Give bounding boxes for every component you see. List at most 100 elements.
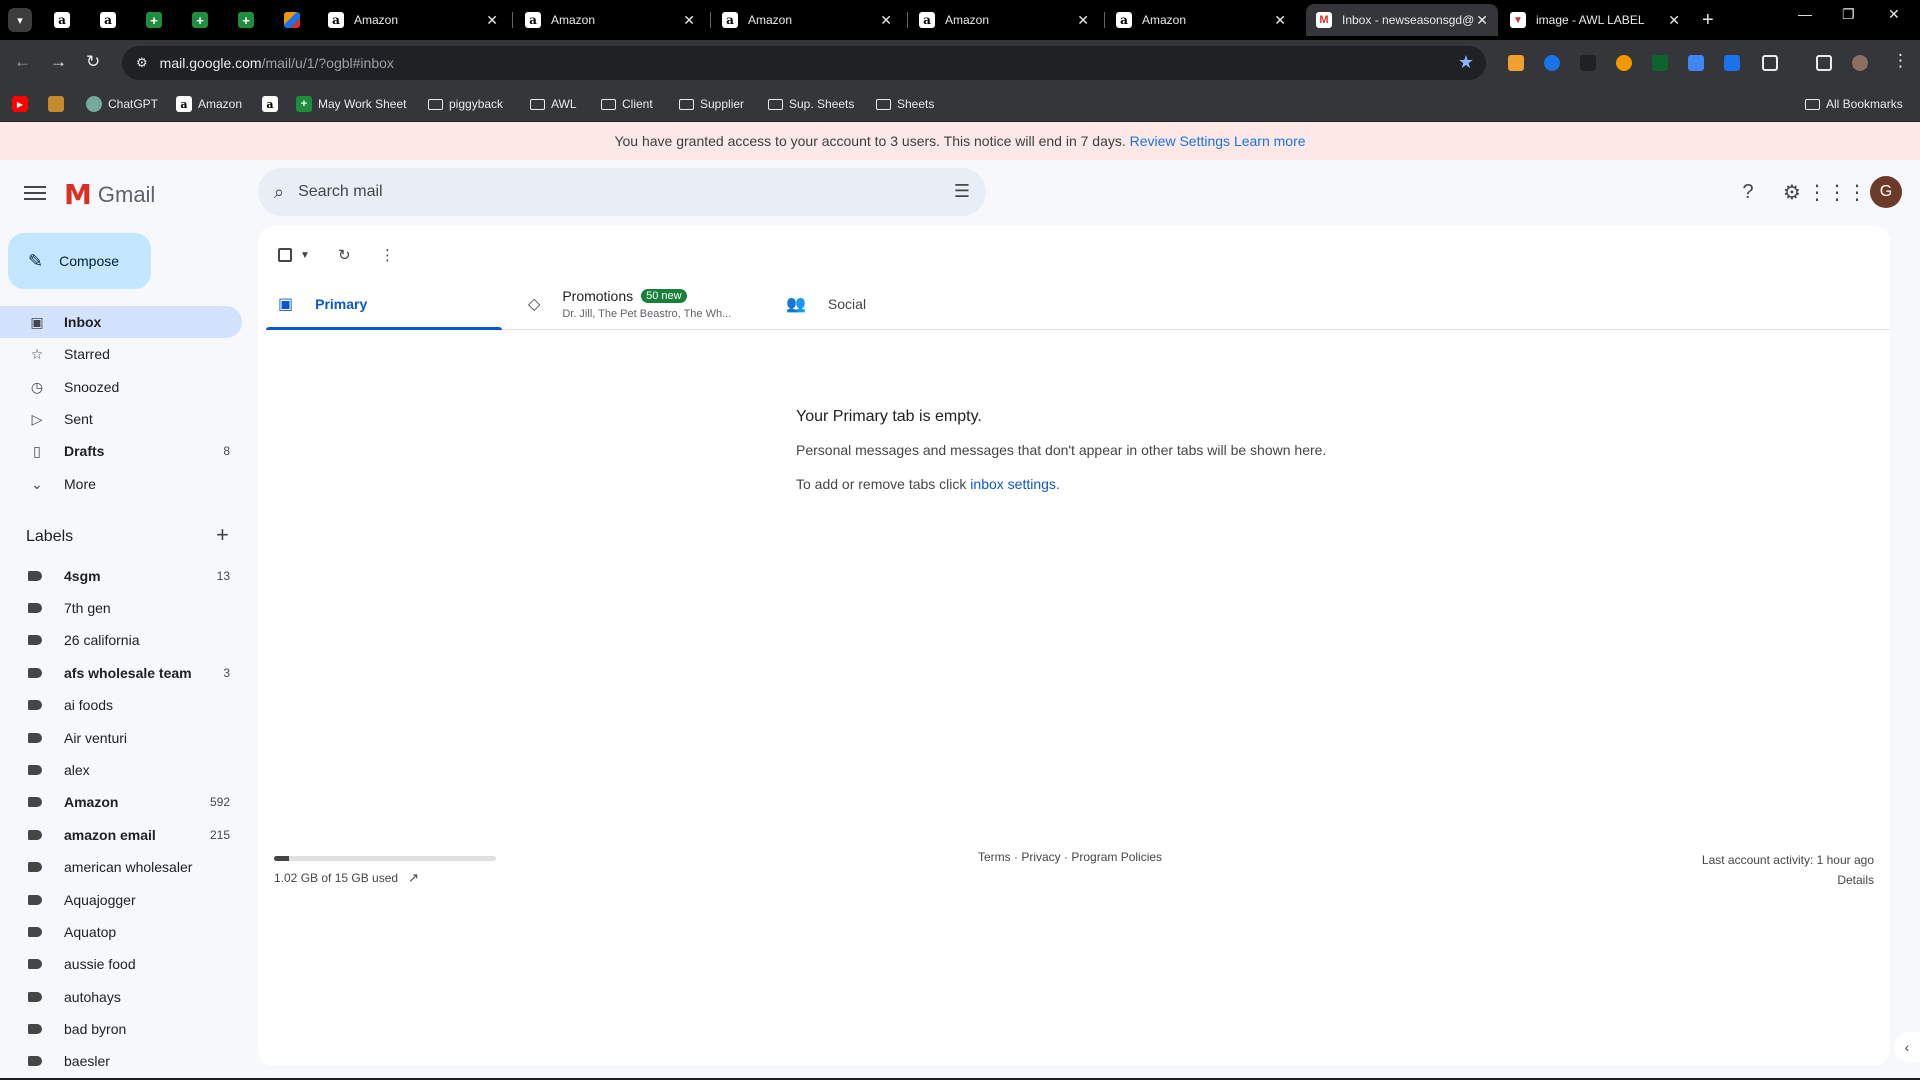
site-info-icon[interactable]: ⚙ (136, 55, 148, 71)
pinned-tab[interactable] (272, 6, 312, 34)
label-item[interactable]: 4sgm 13 (0, 560, 242, 592)
bookmark-folder-client[interactable]: Client (601, 94, 653, 114)
close-icon[interactable]: ✕ (683, 12, 695, 29)
label-item[interactable]: baesler (0, 1045, 242, 1077)
label-item[interactable]: amazon email 215 (0, 819, 242, 851)
nav-item-drafts[interactable]: ▯ Drafts 8 (0, 435, 242, 467)
bookmark-may-work-sheet[interactable]: + May Work Sheet (296, 94, 406, 114)
label-item[interactable]: Air venturi (0, 722, 242, 754)
compose-button[interactable]: ✎ Compose (8, 233, 151, 289)
label-item[interactable]: 26 california (0, 624, 242, 656)
label-item[interactable]: Amazon 592 (0, 786, 242, 818)
google-apps-icon[interactable]: ⋮⋮⋮ (1807, 180, 1867, 204)
browser-tab[interactable]: a Amazon ✕ (1106, 4, 1296, 36)
nav-item-sent[interactable]: ▷ Sent (0, 403, 242, 435)
help-icon[interactable]: ? (1736, 180, 1760, 204)
browser-tab[interactable]: a Amazon ✕ (712, 4, 902, 36)
search-options-icon[interactable]: ☰ (954, 181, 970, 202)
browser-tab[interactable]: a Amazon ✕ (515, 4, 705, 36)
close-icon[interactable]: ✕ (1274, 12, 1286, 29)
close-icon[interactable]: ✕ (880, 12, 892, 29)
account-avatar[interactable]: G (1870, 176, 1902, 208)
label-item[interactable]: bad byron (0, 1013, 242, 1045)
label-item[interactable]: Aquajogger (0, 884, 242, 916)
new-tab-button[interactable]: + (1702, 8, 1714, 32)
bookmark-folder-piggyback[interactable]: piggyback (428, 94, 503, 114)
label-item[interactable]: autohays (0, 981, 242, 1013)
extension-icon[interactable] (1580, 55, 1596, 71)
external-link-icon[interactable]: ↗ (408, 870, 419, 886)
label-item[interactable]: american wholesaler (0, 851, 242, 883)
bookmark-chatgpt[interactable]: ChatGPT (86, 94, 158, 114)
bookmark-folder-awl[interactable]: AWL (530, 94, 577, 114)
select-dropdown-icon[interactable]: ▼ (300, 250, 310, 261)
program-policies-link[interactable]: Program Policies (1071, 850, 1162, 864)
tab-search-button[interactable]: ▾ (8, 8, 32, 32)
extension-icon[interactable] (1688, 55, 1704, 71)
close-icon[interactable]: ✕ (486, 12, 498, 29)
refresh-icon[interactable]: ↻ (338, 246, 351, 264)
browser-tab-active[interactable]: M Inbox - newseasonsgd@ ✕ (1306, 4, 1498, 36)
privacy-link[interactable]: Privacy (1021, 850, 1060, 864)
minimize-icon[interactable]: — (1798, 6, 1812, 22)
pinned-tab[interactable]: + (226, 6, 266, 34)
details-link[interactable]: Details (1837, 873, 1874, 887)
gmail-logo[interactable]: M Gmail (64, 178, 155, 211)
main-menu-icon[interactable] (24, 182, 46, 204)
extension-icon[interactable] (1616, 55, 1632, 71)
close-icon[interactable]: ✕ (1077, 12, 1089, 29)
tab-promotions[interactable]: ◇ Promotions 50 new Dr. Jill, The Pet Be… (528, 278, 764, 330)
side-panel-icon[interactable] (1816, 55, 1832, 71)
extension-icon[interactable] (1652, 55, 1668, 71)
address-bar[interactable]: ⚙ mail.google.com/mail/u/1/?ogbl#inbox ★ (122, 46, 1486, 80)
label-item[interactable]: 7th gen (0, 592, 242, 624)
pinned-tab[interactable]: + (180, 6, 220, 34)
terms-link[interactable]: Terms (978, 850, 1011, 864)
pinned-tab[interactable]: a (88, 6, 128, 34)
reload-icon[interactable]: ↻ (86, 52, 100, 72)
bookmark-folder-supplier[interactable]: Supplier (679, 94, 744, 114)
browser-tab[interactable]: a Amazon ✕ (909, 4, 1099, 36)
add-label-icon[interactable]: + (216, 522, 229, 548)
side-panel-toggle-button[interactable]: ‹ (1894, 1032, 1920, 1062)
kebab-menu-icon[interactable]: ⋮ (1892, 51, 1909, 71)
pinned-tab[interactable]: + (134, 6, 174, 34)
forward-arrow-icon[interactable]: → (50, 52, 67, 72)
nav-item-inbox[interactable]: ▣ Inbox (0, 306, 242, 338)
pinned-tab[interactable]: a (42, 6, 82, 34)
label-item[interactable]: afs wholesale team 3 (0, 657, 242, 689)
review-settings-link[interactable]: Review Settings (1130, 133, 1230, 149)
nav-item-starred[interactable]: ☆ Starred (0, 338, 242, 370)
bookmark-folder-sheets[interactable]: Sheets (876, 94, 934, 114)
bookmark-star-icon[interactable]: ★ (1458, 52, 1474, 73)
close-icon[interactable]: ✕ (1668, 12, 1680, 29)
bookmark-extension[interactable] (48, 94, 70, 114)
browser-tab[interactable]: ▼ image - AWL LABEL ✕ (1500, 4, 1690, 36)
back-arrow-icon[interactable]: ← (14, 52, 31, 72)
learn-more-link[interactable]: Learn more (1234, 133, 1306, 149)
bookmark-youtube[interactable]: ▶ (12, 94, 34, 114)
label-item[interactable]: alex (0, 754, 242, 786)
select-all-checkbox[interactable] (278, 248, 292, 262)
inbox-settings-link[interactable]: inbox settings. (970, 476, 1060, 492)
label-item[interactable]: aussie food (0, 948, 242, 980)
all-bookmarks-button[interactable]: All Bookmarks (1805, 94, 1903, 114)
extension-icon[interactable] (1544, 55, 1560, 71)
close-icon[interactable]: ✕ (1476, 12, 1488, 29)
tab-social[interactable]: 👥 Social (786, 278, 1022, 330)
search-input[interactable] (298, 183, 899, 201)
bookmark-amazon[interactable]: a Amazon (176, 94, 242, 114)
label-item[interactable]: Aquatop (0, 916, 242, 948)
restore-icon[interactable]: ❐ (1842, 6, 1855, 23)
extensions-puzzle-icon[interactable] (1762, 55, 1778, 71)
more-options-icon[interactable]: ⋮ (380, 246, 395, 264)
search-icon[interactable]: ⌕ (274, 182, 284, 203)
bookmark-folder-sup-sheets[interactable]: Sup. Sheets (768, 94, 854, 114)
profile-avatar[interactable] (1852, 55, 1868, 71)
tab-primary[interactable]: ▣ Primary (266, 278, 502, 330)
close-window-icon[interactable]: ✕ (1888, 6, 1900, 23)
extension-icon[interactable] (1508, 55, 1524, 71)
nav-item-more[interactable]: ⌄ More (0, 468, 242, 500)
extension-icon[interactable] (1724, 55, 1740, 71)
label-item[interactable]: ai foods (0, 689, 242, 721)
